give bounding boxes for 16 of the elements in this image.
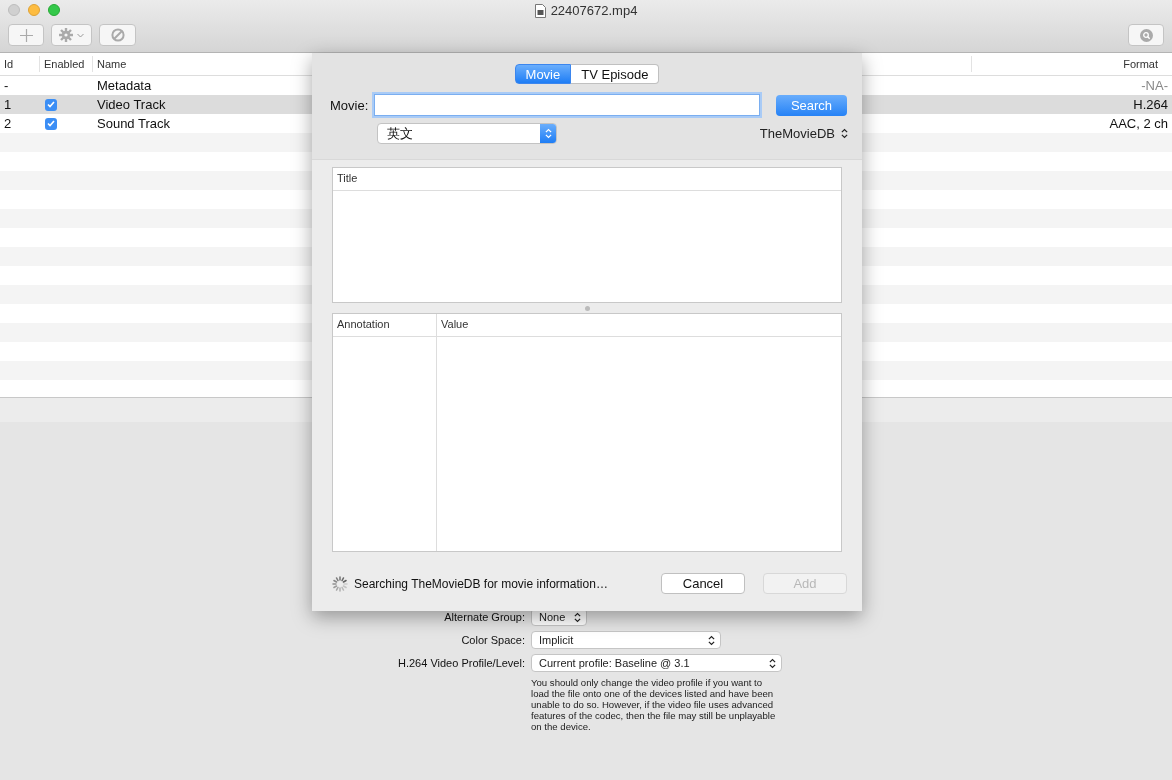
table-cell-text: - bbox=[3, 78, 10, 93]
field-label: Color Space: bbox=[460, 634, 525, 646]
table-cell-text: 1 bbox=[3, 97, 13, 112]
table-cell-text: Sound Track bbox=[96, 116, 171, 131]
table-cell-text: -NA- bbox=[1140, 78, 1169, 93]
table-cell-text: AAC, 2 ch bbox=[1108, 116, 1169, 131]
field-label: Movie: bbox=[330, 97, 369, 113]
table-cell-text: Metadata bbox=[96, 78, 153, 93]
table-cell-text: 2 bbox=[3, 116, 13, 131]
help-text: You should only change the video profile if you want to load the file onto one of the devices listed and have been unable to do so. However, if the video file uses advanced features of the codec, then the file may still be unplayable on the device. bbox=[531, 677, 777, 732]
table-cell-text: Video Track bbox=[96, 97, 167, 112]
status-text: Searching TheMovieDB for movie information… bbox=[354, 576, 609, 591]
field-label: Alternate Group: bbox=[443, 611, 525, 623]
table-cell-text: H.264 bbox=[1132, 97, 1169, 112]
window-title: 22407672.mp4 bbox=[550, 3, 638, 18]
field-label: H.264 Video Profile/Level: bbox=[397, 657, 525, 669]
